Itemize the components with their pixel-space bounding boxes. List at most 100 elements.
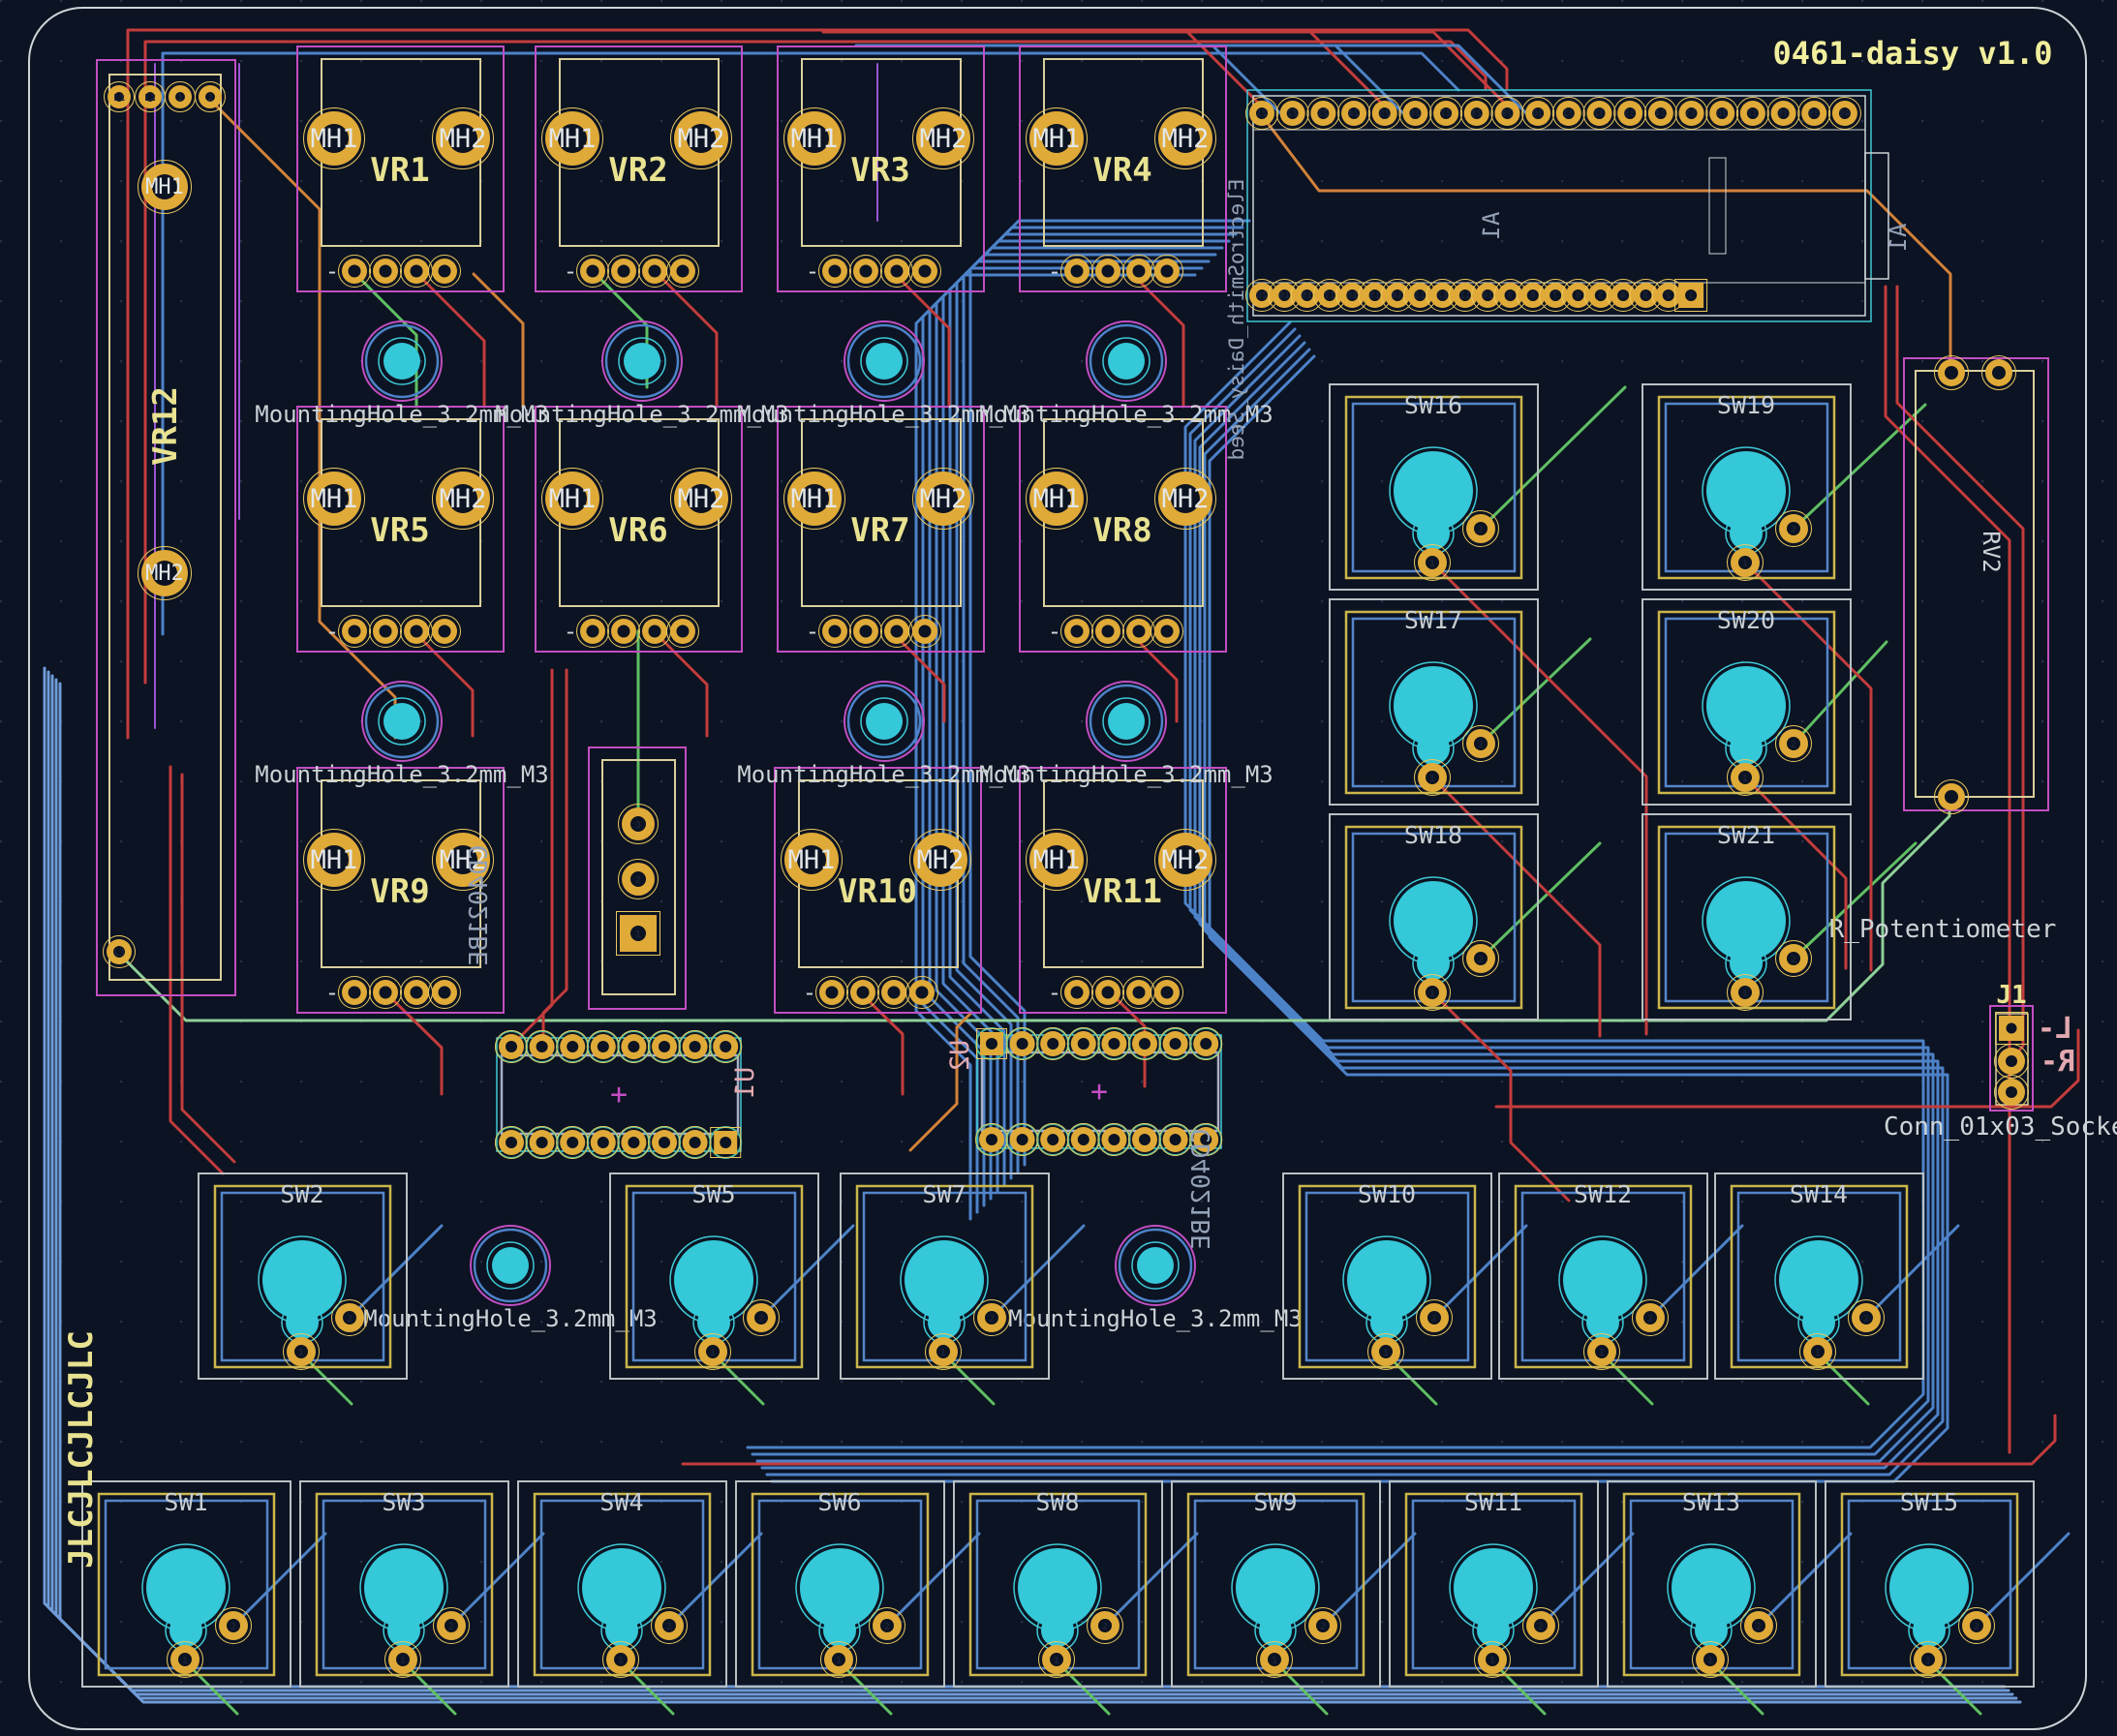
minus-mark: - [325, 618, 339, 645]
pad-number: 2 [1974, 1622, 1979, 1632]
net-label-mirrored: L- [2038, 1012, 2072, 1046]
pad-hole [649, 625, 661, 638]
pad-number: 1 [1383, 1348, 1389, 1358]
value-label: Conn_01x03_Socket [1884, 1112, 2117, 1142]
pad-hole [1139, 1134, 1151, 1145]
pad-hole [1139, 1038, 1151, 1050]
origin-mark: + [1090, 1075, 1108, 1109]
pad-number: 1 [298, 1348, 304, 1358]
refdes: VR2 [608, 151, 667, 190]
pad-hole [1017, 1134, 1028, 1145]
pad-number: L3 [113, 948, 125, 959]
mounting-hole-label: MountingHole_3.2mm_M3 [1008, 1305, 1302, 1332]
pad-hole [537, 1041, 548, 1052]
pad-number: 2 [758, 1314, 764, 1325]
hole [492, 1247, 529, 1284]
pad-hole [567, 1137, 578, 1148]
mh1-pad-label: MH1 [549, 124, 597, 154]
pad-number: 2 [207, 93, 213, 104]
refdes: VR10 [838, 872, 917, 911]
pad-number: 1 [1489, 1656, 1495, 1666]
pad-number: 2 [1478, 740, 1484, 750]
pad-hole [1133, 987, 1146, 999]
pad-number: 2 [884, 1622, 890, 1632]
pad-hole [1200, 1038, 1212, 1050]
pad-number: 16 [1346, 290, 1358, 301]
minus-mark: - [564, 258, 577, 285]
pad-number: 2 [1431, 1314, 1437, 1325]
hole [1108, 703, 1145, 740]
pad-hole [826, 987, 839, 999]
refdes-mirrored: U1 [730, 1067, 760, 1099]
pad-hole [598, 1137, 609, 1148]
ic-value-mirrored: CD4021BE [1187, 1128, 1216, 1249]
pad-number: 1 [1054, 1656, 1059, 1666]
pad-hole [829, 265, 842, 278]
pad-number: 2 [1666, 290, 1672, 301]
pad-hole [1102, 625, 1115, 638]
pad-number: 27 [1440, 108, 1452, 119]
refdes: VR3 [850, 151, 909, 190]
module-name-mirrored: ElectroSmith_Daisy_Seed [1225, 179, 1248, 461]
pad-number: 4 [1620, 290, 1626, 301]
pad-number: 10 [1482, 290, 1493, 301]
mh2-pad-label: MH2 [1162, 484, 1210, 514]
pad-hole [439, 625, 451, 638]
pad-hole [1102, 265, 1115, 278]
pad-number: 1 [1925, 1656, 1931, 1666]
pad-hole [380, 625, 392, 638]
refdes: SW18 [1404, 821, 1462, 849]
pad-hole [677, 625, 690, 638]
refdes: SW2 [280, 1180, 323, 1208]
pad-number: 3 [635, 820, 641, 831]
pad-number: 2 [1320, 1622, 1326, 1632]
mh2-pad-label: MH2 [678, 484, 725, 514]
net-label-mirrored: R- [2040, 1045, 2075, 1079]
pad-hole [628, 1137, 639, 1148]
pad-number: 23 [1317, 108, 1329, 119]
pad-number: 2 [666, 1622, 672, 1632]
pad-hole [1945, 790, 1958, 804]
pad-number: 35 [1685, 108, 1697, 119]
pad-number: 1 [177, 93, 183, 104]
pad-hole [506, 1137, 517, 1148]
pad-hole [659, 1137, 670, 1148]
refdes: SW16 [1404, 391, 1462, 419]
hole [624, 343, 660, 380]
pad-number: 2 [448, 1622, 454, 1632]
refdes: VR6 [608, 511, 667, 550]
pad-hole [587, 265, 599, 278]
pad-number: 1 [618, 1656, 624, 1666]
refdes: VR11 [1083, 872, 1162, 911]
pad-hole [720, 1041, 731, 1052]
refdes: SW13 [1682, 1488, 1740, 1516]
pad-number: 6 [1575, 290, 1580, 301]
pad-number: 1 [1429, 559, 1435, 569]
refdes: SW10 [1358, 1180, 1416, 1208]
pad-hole [506, 1041, 517, 1052]
pad-number: 2 [1478, 955, 1484, 965]
mh2-pad-label: MH2 [917, 845, 965, 875]
pad-hole [1102, 987, 1115, 999]
mh1-pad-label: MH1 [1033, 124, 1081, 154]
refdes: VR12 [146, 386, 185, 466]
pad-hole [860, 265, 873, 278]
pad-number: 24 [1348, 108, 1360, 119]
pad-number: 2 [1756, 1622, 1762, 1632]
pad-hole [1017, 1038, 1028, 1050]
pcb-editor-canvas[interactable]: MH1MH2VR1-MH1MH2VR2-MH1MH2VR3-MH1MH2VR4-… [0, 0, 2117, 1736]
pad-number: 38 [1778, 108, 1790, 119]
pad-hole [1170, 1134, 1181, 1145]
minus-mark: - [806, 258, 819, 285]
pad-hole [618, 625, 630, 638]
minus-mark: - [564, 618, 577, 645]
pad-hole [891, 265, 904, 278]
pad-hole [690, 1041, 701, 1052]
pad-hole [1078, 1134, 1089, 1145]
pad-hole [1170, 1038, 1181, 1050]
minus-mark: - [1048, 979, 1061, 1006]
pad-hole [1133, 265, 1146, 278]
pad-hole [587, 625, 599, 638]
pad-hole [1161, 265, 1174, 278]
hole [1137, 1247, 1174, 1284]
